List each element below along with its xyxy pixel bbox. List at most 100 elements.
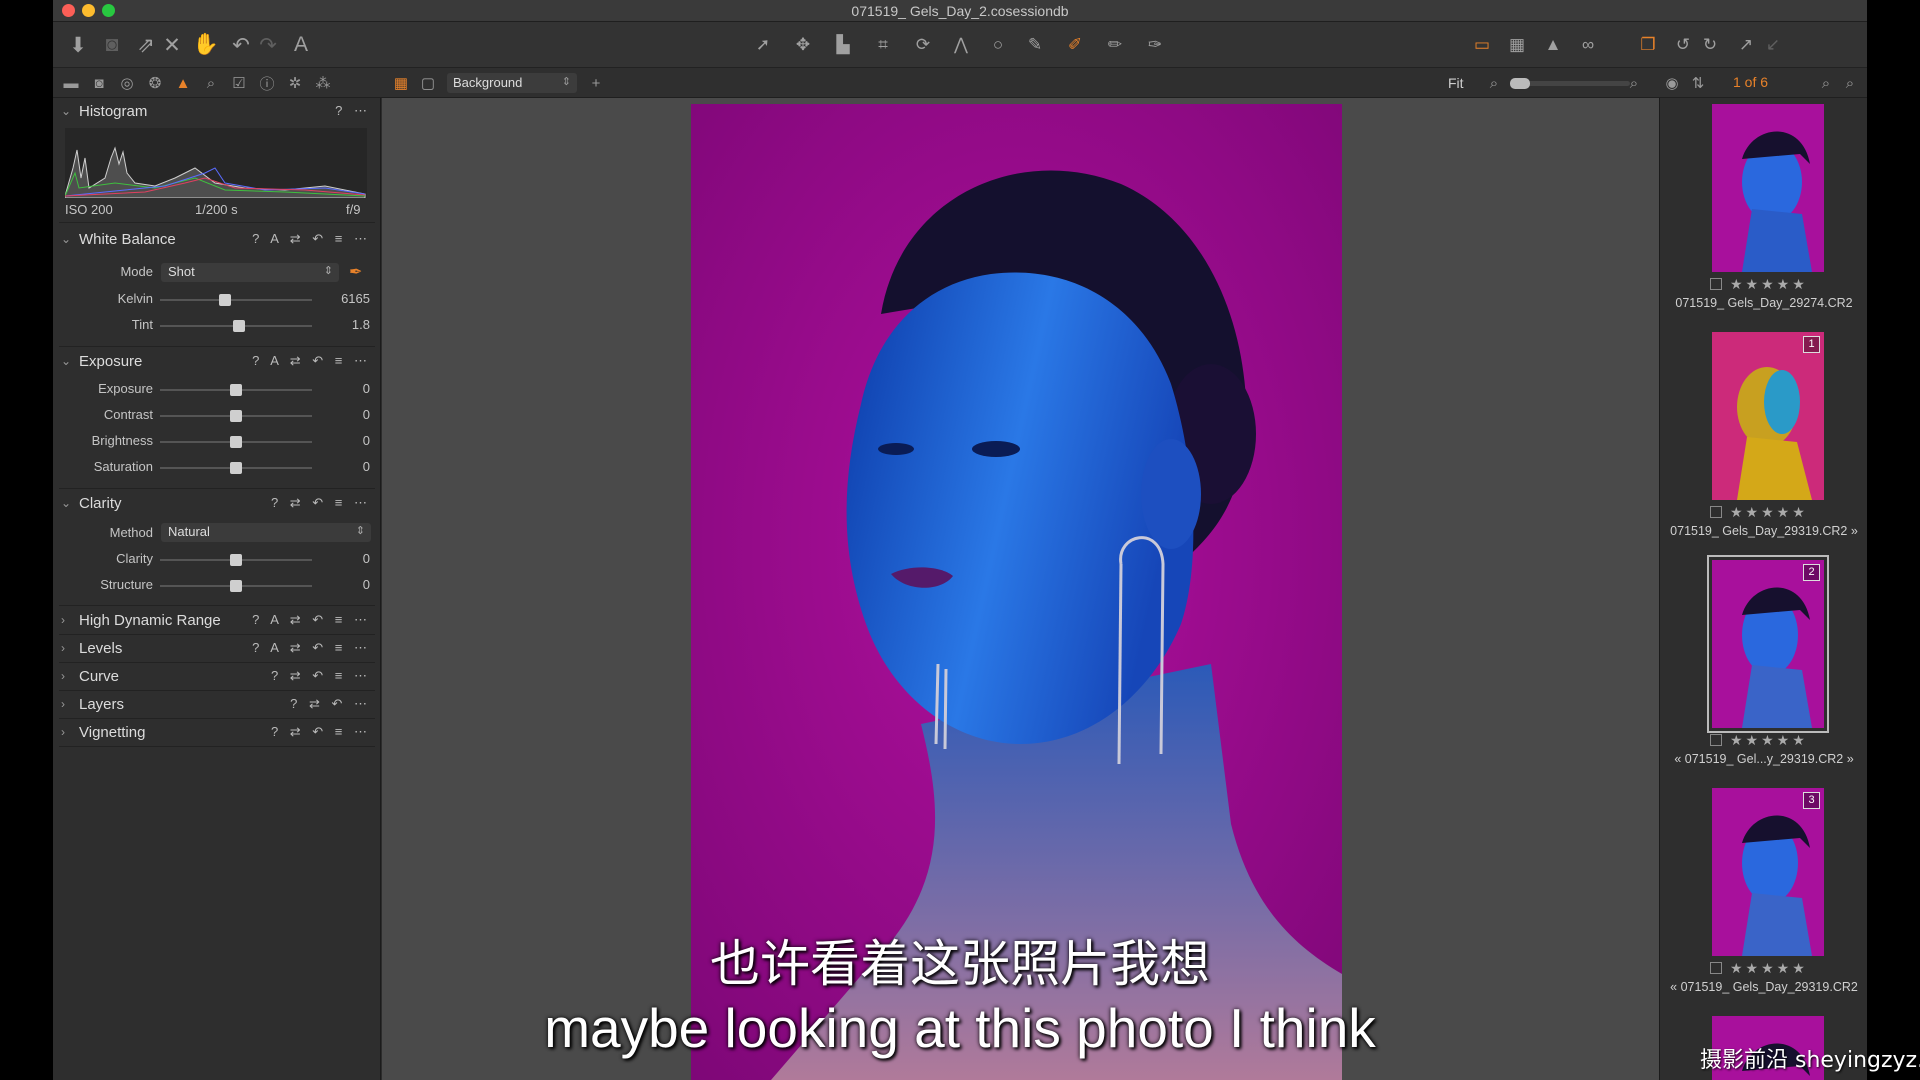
chevron-right-icon[interactable]: › bbox=[61, 641, 65, 655]
chevron-right-icon[interactable]: › bbox=[61, 669, 65, 683]
layer-selector[interactable]: Background ⇕ bbox=[447, 73, 577, 93]
star-rating[interactable]: ★★★★★ bbox=[1730, 276, 1808, 292]
brightness-value[interactable]: 0 bbox=[325, 433, 370, 448]
chevron-down-icon[interactable]: ⌄ bbox=[61, 104, 71, 118]
vignetting-actions[interactable]: ? ⇄ ↶ ≡ ⋯ bbox=[271, 724, 371, 740]
lens-tab-icon[interactable]: ◎ bbox=[116, 73, 138, 93]
erase-icon[interactable]: ✏ bbox=[1100, 30, 1130, 60]
pick-icon[interactable]: ↗ bbox=[1731, 30, 1761, 60]
tint-slider[interactable] bbox=[160, 320, 312, 332]
tint-slider-knob[interactable] bbox=[232, 320, 245, 332]
capture-tab-icon[interactable]: ◙ bbox=[88, 73, 110, 93]
curve-actions[interactable]: ? ⇄ ↶ ≡ ⋯ bbox=[271, 668, 371, 684]
kelvin-slider[interactable] bbox=[160, 294, 312, 306]
histogram-header[interactable]: ⌄ Histogram ? ⋯ bbox=[53, 100, 381, 126]
hand-icon[interactable]: ✋ bbox=[191, 30, 221, 60]
contrast-value[interactable]: 0 bbox=[325, 407, 370, 422]
circle-icon[interactable]: ○ bbox=[983, 30, 1013, 60]
eyedropper-icon[interactable]: ✒ bbox=[349, 262, 362, 282]
crop-icon[interactable]: ⌗ bbox=[868, 30, 898, 60]
exposure-actions[interactable]: ? A ⇄ ↶ ≡ ⋯ bbox=[252, 353, 371, 369]
white-balance-header[interactable]: ⌄ White Balance ? A ⇄ ↶ ≡ ⋯ bbox=[53, 228, 381, 254]
help-icon[interactable]: ? bbox=[335, 103, 346, 118]
structure-slider-knob[interactable] bbox=[230, 580, 242, 592]
metadata-tab-icon[interactable]: ⓘ bbox=[256, 73, 278, 93]
clarity-slider-knob[interactable] bbox=[230, 554, 242, 566]
chevron-down-icon[interactable]: ⌄ bbox=[61, 354, 71, 368]
previous-icon[interactable]: « bbox=[1674, 752, 1681, 766]
layers-actions[interactable]: ? ⇄ ↶ ⋯ bbox=[290, 696, 371, 712]
saturation-slider[interactable] bbox=[160, 462, 312, 474]
structure-slider[interactable] bbox=[160, 580, 312, 592]
layers-header[interactable]: › Layers ? ⇄ ↶ ⋯ bbox=[53, 693, 381, 719]
exposure-slider[interactable] bbox=[160, 384, 312, 396]
warning-icon[interactable]: ▲ bbox=[1538, 30, 1568, 60]
contrast-slider-knob[interactable] bbox=[230, 410, 242, 422]
select-checkbox[interactable] bbox=[1710, 734, 1722, 746]
delete-icon[interactable]: ✕ bbox=[157, 30, 187, 60]
next-icon[interactable]: » bbox=[1847, 752, 1854, 766]
pan-icon[interactable]: ✥ bbox=[788, 30, 818, 60]
glasses-icon[interactable]: ∞ bbox=[1573, 30, 1603, 60]
kelvin-slider-knob[interactable] bbox=[218, 294, 231, 306]
levels-actions[interactable]: ? A ⇄ ↶ ≡ ⋯ bbox=[252, 640, 371, 656]
thumbnail-1[interactable] bbox=[1712, 104, 1824, 272]
eye-icon[interactable]: ◉ bbox=[1661, 73, 1683, 93]
clarity-slider[interactable] bbox=[160, 554, 312, 566]
camera-icon[interactable]: ◙ bbox=[97, 30, 127, 60]
thumbnail-2[interactable]: 1 bbox=[1712, 332, 1824, 500]
details-tab-icon[interactable]: ⌕ bbox=[200, 73, 222, 93]
select-checkbox[interactable] bbox=[1710, 506, 1722, 518]
redo-icon[interactable]: ↷ bbox=[253, 30, 283, 60]
clarity-header[interactable]: ⌄ Clarity ? ⇄ ↶ ≡ ⋯ bbox=[53, 492, 381, 518]
chevron-down-icon[interactable]: ⌄ bbox=[61, 496, 71, 510]
import-icon[interactable]: ⬇ bbox=[63, 30, 93, 60]
wb-mode-select[interactable]: Shot ⇕ bbox=[161, 263, 339, 282]
library-tab-icon[interactable]: ▬ bbox=[60, 73, 82, 93]
chevron-down-icon[interactable]: ⌄ bbox=[61, 232, 71, 246]
clarity-method-select[interactable]: Natural ⇕ bbox=[161, 523, 371, 542]
white-balance-actions[interactable]: ? A ⇄ ↶ ≡ ⋯ bbox=[252, 231, 371, 247]
select-checkbox[interactable] bbox=[1710, 278, 1722, 290]
exposure-value[interactable]: 0 bbox=[325, 381, 370, 396]
star-rating[interactable]: ★★★★★ bbox=[1730, 732, 1808, 748]
curve-header[interactable]: › Curve ? ⇄ ↶ ≡ ⋯ bbox=[53, 665, 381, 691]
zoom-slider-knob[interactable] bbox=[1510, 78, 1530, 89]
rotate-icon[interactable]: ⟳ bbox=[908, 30, 938, 60]
exposure-tab-icon[interactable]: ▲ bbox=[172, 73, 194, 93]
search-icon[interactable]: ⌕ bbox=[1815, 73, 1837, 93]
hdr-header[interactable]: › High Dynamic Range ? A ⇄ ↶ ≡ ⋯ bbox=[53, 609, 381, 635]
chevron-right-icon[interactable]: › bbox=[61, 697, 65, 711]
vignetting-header[interactable]: › Vignetting ? ⇄ ↶ ≡ ⋯ bbox=[53, 721, 381, 747]
contrast-slider[interactable] bbox=[160, 410, 312, 422]
brush-icon[interactable]: ✎ bbox=[1020, 30, 1050, 60]
single-view-icon[interactable]: ▢ bbox=[417, 73, 439, 93]
zoom-out-icon[interactable]: ⌕ bbox=[1483, 73, 1505, 93]
kelvin-value[interactable]: 6165 bbox=[325, 291, 370, 306]
histogram-actions[interactable]: ? ⋯ bbox=[335, 103, 371, 119]
star-rating[interactable]: ★★★★★ bbox=[1730, 504, 1808, 520]
text-icon[interactable]: A bbox=[286, 30, 316, 60]
saturation-value[interactable]: 0 bbox=[325, 459, 370, 474]
chevron-right-icon[interactable]: › bbox=[61, 613, 65, 627]
structure-value[interactable]: 0 bbox=[325, 577, 370, 592]
rating-row[interactable]: ★★★★★ bbox=[1710, 504, 1830, 521]
hdr-actions[interactable]: ? A ⇄ ↶ ≡ ⋯ bbox=[252, 612, 371, 628]
brightness-slider[interactable] bbox=[160, 436, 312, 448]
exposure-slider-knob[interactable] bbox=[230, 384, 242, 396]
grid-view-icon[interactable]: ▦ bbox=[390, 73, 412, 93]
rotate-left-icon[interactable]: ↺ bbox=[1668, 30, 1698, 60]
zoom-slider[interactable] bbox=[1510, 78, 1630, 89]
grid-icon[interactable]: ▦ bbox=[1502, 30, 1532, 60]
gradient-icon[interactable]: ✑ bbox=[1140, 30, 1170, 60]
undo-icon[interactable]: ↶ bbox=[226, 30, 256, 60]
overlay-icon[interactable]: ▭ bbox=[1467, 30, 1497, 60]
thumbnail-3-selected[interactable]: 2 bbox=[1707, 555, 1829, 733]
zoom-in-icon[interactable]: ⌕ bbox=[1623, 73, 1645, 93]
exposure-header[interactable]: ⌄ Exposure ? A ⇄ ↶ ≡ ⋯ bbox=[53, 350, 381, 376]
color-tab-icon[interactable]: ❂ bbox=[144, 73, 166, 93]
clarity-value[interactable]: 0 bbox=[325, 551, 370, 566]
clarity-actions[interactable]: ? ⇄ ↶ ≡ ⋯ bbox=[271, 495, 371, 511]
draw-mask-icon[interactable]: ✐ bbox=[1060, 30, 1090, 60]
rating-row[interactable]: ★★★★★ bbox=[1710, 276, 1830, 293]
